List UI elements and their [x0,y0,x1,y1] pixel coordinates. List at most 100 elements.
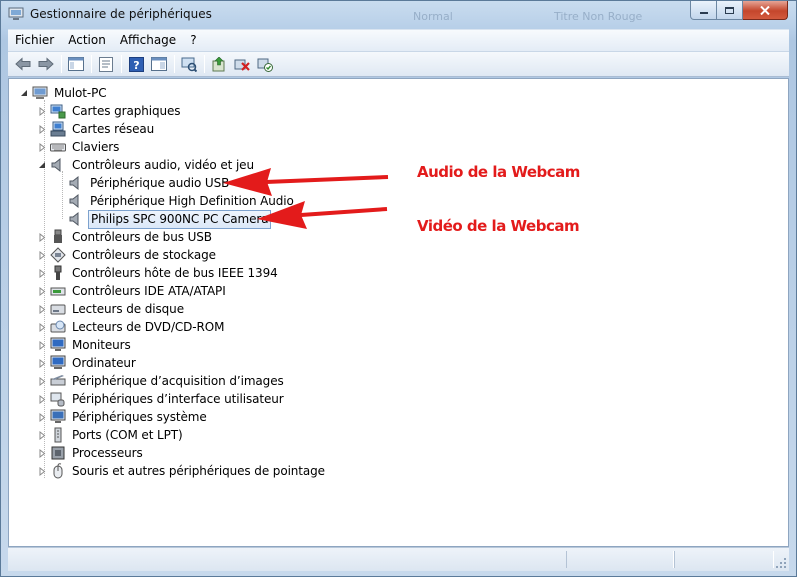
expand-triangle-icon[interactable] [37,426,47,444]
minimize-icon [699,12,708,14]
enable-device-icon [257,58,273,72]
tree-node-category[interactable]: Ports (COM et LPT) [37,426,185,444]
enable-device-button[interactable] [254,53,276,75]
collapse-triangle-icon[interactable] [19,84,29,102]
back-button[interactable] [12,53,34,75]
tree-node-label: Contrôleurs audio, vidéo et jeu [72,157,254,172]
expand-triangle-icon[interactable] [37,300,47,318]
expand-triangle-icon[interactable] [37,120,47,138]
hid-icon [50,391,66,407]
usb-icon [50,229,66,245]
properties-icon [99,56,113,72]
expand-triangle-icon[interactable] [37,246,47,264]
expand-triangle-icon[interactable] [37,264,47,282]
menu-action[interactable]: Action [61,30,113,52]
expand-triangle-icon[interactable] [37,336,47,354]
show-hide-console-tree-button[interactable] [65,53,87,75]
tree-node-category[interactable]: Claviers [37,138,121,156]
device-manager-window: Gestionnaire de périphériques Normal Tit… [0,0,797,577]
tree-node-category[interactable]: Cartes réseau [37,120,156,138]
menu-bar: Fichier Action Affichage ? [8,29,789,51]
tree-node-category[interactable]: Contrôleurs audio, vidéo et jeu [37,156,256,174]
tree-node-category[interactable]: Lecteurs de disque [37,300,186,318]
tree-node-label: Souris et autres périphériques de pointa… [72,463,325,478]
expand-triangle-icon[interactable] [37,228,47,246]
toolbar-separator [174,55,175,73]
tree-node-label: Contrôleurs IDE ATA/ATAPI [72,283,226,298]
menu-affichage[interactable]: Affichage [113,30,183,52]
tree-node-category[interactable]: Lecteurs de DVD/CD-ROM [37,318,226,336]
expand-triangle-icon[interactable] [37,138,47,156]
console-tree-icon [68,57,84,71]
maximize-button[interactable] [717,1,743,20]
status-pane [674,551,774,568]
expand-triangle-icon[interactable] [37,444,47,462]
tree-node-category[interactable]: Périphériques d’interface utilisateur [37,390,286,408]
speaker-icon [68,211,84,227]
tree-node-label: Périphérique audio USB [90,175,230,190]
system-devices-icon [50,409,66,425]
properties-button[interactable] [95,53,117,75]
resize-grip-icon[interactable] [775,557,787,569]
svg-text:?: ? [133,59,139,72]
menu-fichier[interactable]: Fichier [8,30,61,52]
tree-node-label: Périphérique d’acquisition d’images [72,373,284,388]
disk-drive-icon [50,301,66,317]
tree-node-category[interactable]: Périphérique d’acquisition d’images [37,372,286,390]
action-pane-icon [151,57,167,71]
storage-controller-icon [50,247,66,263]
computer-icon [50,355,66,371]
mouse-icon [50,463,66,479]
ide-controller-icon [50,283,66,299]
tree-node-category[interactable]: Contrôleurs hôte de bus IEEE 1394 [37,264,280,282]
tree-node-label: Contrôleurs hôte de bus IEEE 1394 [72,265,278,280]
scan-hardware-icon [181,57,197,72]
close-icon [760,5,770,15]
tree-node-category[interactable]: Cartes graphiques [37,102,182,120]
expand-triangle-icon[interactable] [37,354,47,372]
tree-node-device[interactable]: Philips SPC 900NC PC Camera [55,209,272,229]
menu-help[interactable]: ? [183,30,203,52]
collapse-triangle-icon[interactable] [37,156,47,174]
expand-triangle-icon[interactable] [37,318,47,336]
tree-node-category[interactable]: Contrôleurs IDE ATA/ATAPI [37,282,228,300]
monitor-icon [50,337,66,353]
status-pane [566,551,674,568]
expand-triangle-icon[interactable] [37,462,47,480]
update-driver-button[interactable] [208,53,230,75]
expand-triangle-icon[interactable] [37,408,47,426]
forward-arrow-icon [38,57,54,71]
annotation-video-webcam: Vidéo de la Webcam [417,217,580,235]
tree-node-root[interactable]: Mulot-PC [19,84,109,102]
tree-node-category[interactable]: Périphériques système [37,408,209,426]
action-pane-button[interactable] [148,53,170,75]
device-tree-pane[interactable]: Mulot-PC Cartes graphiques Cartes réseau C… [8,78,789,547]
expand-triangle-icon[interactable] [37,390,47,408]
minimize-button[interactable] [690,1,717,20]
tree-node-device[interactable]: Périphérique audio USB [55,174,231,192]
tree-node-category[interactable]: Contrôleurs de bus USB [37,228,214,246]
uninstall-button[interactable] [231,53,253,75]
tree-node-category[interactable]: Ordinateur [37,354,138,372]
tree-node-category[interactable]: Contrôleurs de stockage [37,246,218,264]
scan-hardware-changes-button[interactable] [178,53,200,75]
help-button[interactable]: ? [125,53,147,75]
title-bar[interactable]: Gestionnaire de périphériques Normal Tit… [1,1,796,29]
tree-node-label: Lecteurs de disque [72,301,184,316]
tree-node-label: Contrôleurs de bus USB [72,229,212,244]
tree-node-label: Lecteurs de DVD/CD-ROM [72,319,225,334]
speaker-icon [68,175,84,191]
tree-node-category[interactable]: Souris et autres périphériques de pointa… [37,462,327,480]
expand-triangle-icon[interactable] [37,102,47,120]
status-bar [8,547,789,571]
expand-triangle-icon[interactable] [37,372,47,390]
expand-triangle-icon[interactable] [37,282,47,300]
forward-button[interactable] [35,53,57,75]
tree-node-device[interactable]: Périphérique High Definition Audio [55,192,296,210]
close-button[interactable] [743,1,788,20]
tree-node-category[interactable]: Moniteurs [37,336,133,354]
tree-node-category[interactable]: Processeurs [37,444,145,462]
tree-node-label: Périphérique High Definition Audio [90,193,294,208]
